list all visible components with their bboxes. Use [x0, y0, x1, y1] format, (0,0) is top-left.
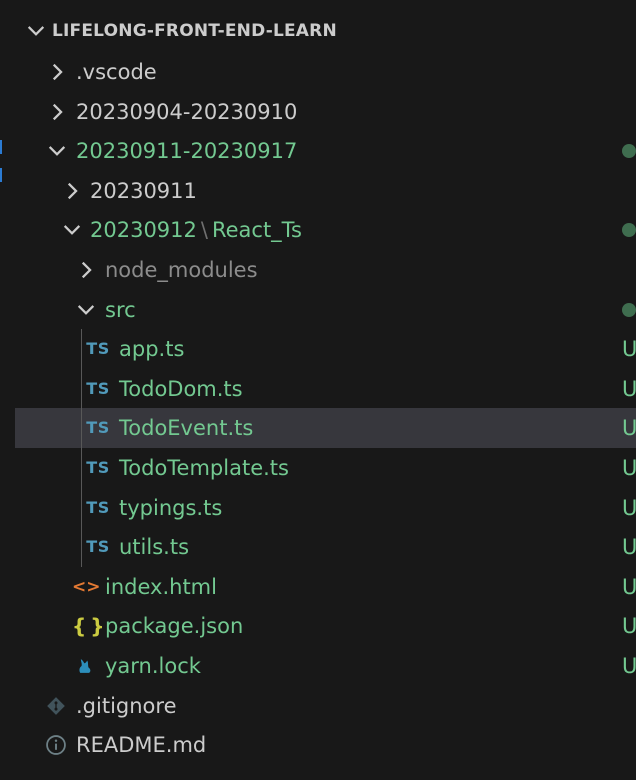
- workspace-section-header[interactable]: LIFELONG-FRONT-END-LEARN: [15, 10, 636, 52]
- chevron-right-icon: [52, 103, 63, 120]
- chevron-down-icon: [48, 146, 66, 157]
- tree-file-utils[interactable]: TS utils.ts U: [15, 527, 636, 567]
- tree-file-todoevent[interactable]: TS TodoEvent.ts U: [15, 408, 636, 448]
- tree-item-name: 20230912: [90, 218, 197, 243]
- indent-guide: [81, 329, 82, 567]
- tree-item-name: TodoEvent.ts: [119, 416, 254, 441]
- tree-item-name: README.md: [76, 733, 207, 758]
- typescript-file-icon: TS: [86, 378, 110, 398]
- tree-folder-week2[interactable]: 20230911-20230917: [15, 131, 636, 171]
- git-status-badge: U: [622, 535, 636, 560]
- tree-item-name: yarn.lock: [105, 654, 201, 678]
- chevron-down-icon: [77, 304, 95, 315]
- tree-folder-d0912[interactable]: 20230912 \ React_Ts: [15, 210, 636, 250]
- info-icon: [43, 733, 69, 757]
- tree-item-name: .vscode: [76, 60, 157, 84]
- tree-item-name: package.json: [105, 614, 244, 639]
- json-file-icon: { }: [72, 614, 105, 639]
- tree-file-packagejson[interactable]: { } package.json U: [15, 606, 636, 646]
- tree-item-label: 20230911-20230917: [76, 138, 297, 164]
- chevron-down-icon: [27, 26, 45, 36]
- tree-item-label: package.json: [105, 613, 243, 639]
- tree-item-label: TodoEvent.ts: [119, 415, 253, 441]
- tree-item-name: TodoDom.ts: [119, 376, 243, 401]
- tree-item-label: 20230911: [90, 178, 197, 204]
- git-modified-dot: [622, 302, 636, 317]
- tree-item-label: node_modules: [105, 257, 258, 283]
- git-status-badge: U: [622, 574, 636, 599]
- typescript-file-icon: TS: [86, 339, 110, 359]
- activity-bar-edge: [0, 0, 15, 780]
- git-icon: [43, 694, 69, 718]
- tree-item-label: src: [105, 297, 136, 323]
- tree-folder-vscode[interactable]: .vscode: [15, 52, 636, 92]
- tree-folder-src[interactable]: src: [15, 290, 636, 330]
- tree-file-yarnlock[interactable]: yarn.lock U: [15, 646, 636, 686]
- tree-item-name: utils.ts: [119, 535, 190, 560]
- git-status-badge: U: [622, 416, 636, 441]
- tree-folder-d0911[interactable]: 20230911: [15, 171, 636, 211]
- tree-file-gitignore[interactable]: .gitignore: [15, 686, 636, 726]
- typescript-file-icon: TS: [86, 497, 110, 517]
- typescript-file-icon: TS: [86, 418, 110, 438]
- tree-item-name: .gitignore: [76, 693, 177, 718]
- tree-file-app[interactable]: TS app.ts U: [15, 329, 636, 369]
- typescript-file-icon: TS: [86, 537, 110, 557]
- tree-item-name: 20230911-20230917: [76, 139, 298, 164]
- tree-item-name-compact: React_Ts: [211, 218, 302, 243]
- tree-item-label: app.ts: [119, 336, 184, 362]
- tree-item-name: typings.ts: [119, 495, 223, 520]
- chevron-right-icon: [81, 261, 92, 279]
- git-status-badge: U: [622, 337, 636, 362]
- tree-item-label: .vscode: [76, 59, 157, 85]
- git-status-badge: U: [622, 495, 636, 520]
- tree-item-label: TodoTemplate.ts: [119, 455, 289, 481]
- tree-item-name: src: [105, 297, 136, 322]
- chevron-down-icon: [63, 225, 81, 236]
- explorer-view: LIFELONG-FRONT-END-LEARN .vscode 20230904…: [15, 10, 636, 780]
- tree-item-label: typings.ts: [119, 495, 222, 521]
- tree-item-label: README.md: [76, 732, 206, 758]
- tree-file-typings[interactable]: TS typings.ts U: [15, 488, 636, 528]
- tree-file-tododom[interactable]: TS TodoDom.ts U: [15, 369, 636, 409]
- git-modified-dot: [622, 223, 636, 238]
- tree-file-readme[interactable]: README.md: [15, 725, 636, 765]
- tree-item-name: 20230904-20230910: [76, 99, 298, 124]
- git-status-badge: U: [622, 614, 636, 639]
- git-status-badge: U: [622, 456, 636, 480]
- chevron-right-icon: [52, 63, 63, 81]
- git-modified-dot: [622, 144, 636, 159]
- html-file-icon: <>: [72, 576, 101, 597]
- tree-item-label: 20230904-20230910: [76, 99, 297, 125]
- activity-bar-indicator: [0, 140, 2, 154]
- tree-file-indexhtml[interactable]: <> index.html U: [15, 567, 636, 607]
- tree-item-name: 20230911: [90, 178, 197, 203]
- activity-bar-indicator: [0, 168, 2, 182]
- tree-item-label: yarn.lock: [105, 653, 201, 679]
- git-status-badge: U: [622, 654, 636, 678]
- tree-item-label: index.html: [105, 574, 217, 600]
- tree-item-name: index.html: [105, 574, 217, 599]
- compact-folder-separator: \: [200, 218, 208, 243]
- workspace-title: LIFELONG-FRONT-END-LEARN: [52, 21, 337, 41]
- tree-item-label: TodoDom.ts: [119, 376, 243, 402]
- tree-item-name: app.ts: [119, 337, 185, 362]
- tree-item-label: .gitignore: [76, 693, 177, 719]
- tree-item-label: utils.ts: [119, 534, 189, 560]
- tree-item-name: TodoTemplate.ts: [119, 456, 289, 480]
- typescript-file-icon: TS: [86, 458, 110, 477]
- tree-item-label: 20230912 \ React_Ts: [90, 217, 302, 243]
- tree-file-todotemplate[interactable]: TS TodoTemplate.ts U: [15, 448, 636, 488]
- tree-folder-node_modules[interactable]: node_modules: [15, 250, 636, 290]
- tree-folder-week1[interactable]: 20230904-20230910: [15, 92, 636, 132]
- yarn-icon: [72, 654, 98, 678]
- git-status-badge: U: [622, 376, 636, 401]
- tree-item-name: node_modules: [105, 258, 258, 282]
- chevron-right-icon: [67, 182, 78, 199]
